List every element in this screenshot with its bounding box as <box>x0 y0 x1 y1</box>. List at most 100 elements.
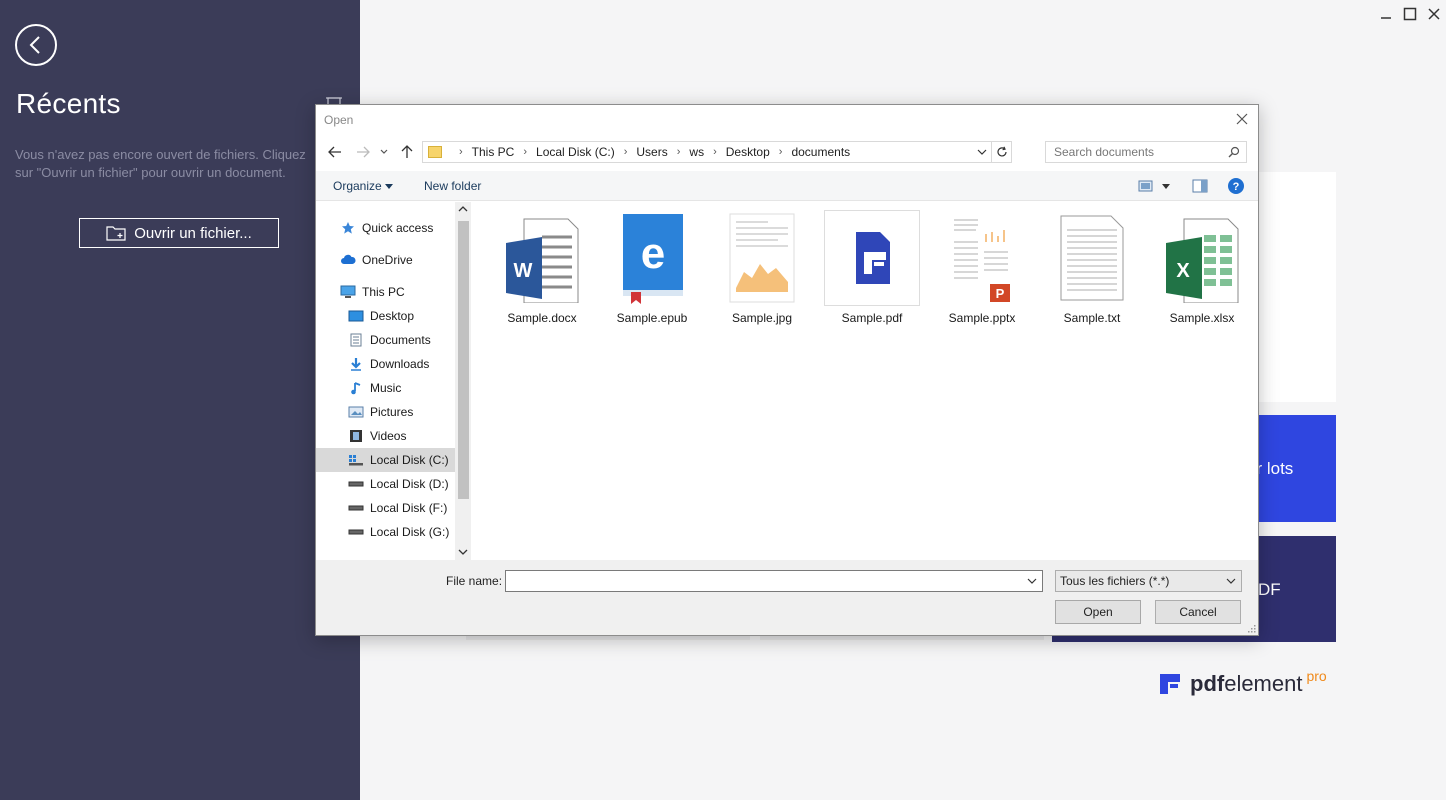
refresh-button[interactable] <box>991 142 1011 162</box>
open-file-dialog: Open › This PC › Local Disk (C:) › Users › w… <box>315 104 1259 636</box>
chevron-down-icon <box>380 149 388 154</box>
file-name: Sample.pdf <box>841 311 903 325</box>
arrow-up-icon <box>401 145 413 158</box>
search-input[interactable]: Search documents <box>1045 141 1247 163</box>
nav-quick-access[interactable]: Quick access <box>340 216 433 240</box>
download-icon <box>348 356 364 372</box>
breadcrumb-ws[interactable]: › ws <box>668 145 704 159</box>
file-item-epub[interactable]: e Sample.epub <box>602 210 702 325</box>
minimize-icon[interactable] <box>1378 6 1394 22</box>
svg-text:?: ? <box>1233 181 1240 193</box>
folder-add-icon <box>106 226 126 241</box>
drive-icon <box>348 476 364 492</box>
file-name: Sample.docx <box>507 311 577 325</box>
file-item-xlsx[interactable]: X Sample.xlsx <box>1152 210 1252 325</box>
close-window-icon[interactable] <box>1426 6 1442 22</box>
star-icon <box>340 220 356 236</box>
pdfelement-logo-icon <box>1160 674 1180 694</box>
sidebar: Récents Vous n'avez pas encore ouvert de… <box>0 0 360 800</box>
nav-local-disk-c[interactable]: Local Disk (C:) <box>316 448 455 472</box>
chevron-down-icon[interactable] <box>1026 575 1038 587</box>
svg-text:P: P <box>996 286 1005 301</box>
dialog-close-icon[interactable] <box>1234 111 1250 127</box>
nav-music[interactable]: Music <box>348 376 401 400</box>
word-document-icon: W <box>494 210 590 306</box>
back-button[interactable] <box>15 24 57 66</box>
picture-icon <box>348 404 364 420</box>
breadcrumb-this-pc[interactable]: › This PC <box>450 145 514 159</box>
scroll-up-icon[interactable] <box>458 205 468 213</box>
breadcrumb-desktop[interactable]: › Desktop <box>704 145 770 159</box>
recent-locations-button[interactable] <box>378 143 390 161</box>
svg-text:W: W <box>514 260 533 282</box>
breadcrumb-users[interactable]: › Users <box>615 145 668 159</box>
brand-logo: pdfelement pro <box>1160 668 1327 698</box>
feature-card-edge <box>760 636 1044 640</box>
file-item-jpg[interactable]: Sample.jpg <box>712 210 812 325</box>
nav-downloads[interactable]: Downloads <box>348 352 429 376</box>
cancel-button[interactable]: Cancel <box>1155 600 1241 624</box>
nav-this-pc[interactable]: This PC <box>340 280 405 304</box>
help-icon[interactable]: ? <box>1228 178 1244 194</box>
film-icon <box>348 428 364 444</box>
nav-pictures[interactable]: Pictures <box>348 400 413 424</box>
music-note-icon <box>348 380 364 396</box>
file-name: Sample.epub <box>616 311 688 325</box>
windows-drive-icon <box>348 452 364 468</box>
empty-recent-message: Vous n'avez pas encore ouvert de fichier… <box>15 147 306 180</box>
new-folder-button[interactable]: New folder <box>424 179 481 193</box>
epub-book-icon: e <box>604 210 700 306</box>
brand-pro: pro <box>1306 668 1327 684</box>
breadcrumb-documents[interactable]: › documents <box>770 145 850 159</box>
drive-icon <box>348 500 364 516</box>
powerpoint-thumbnail-icon: P <box>934 210 1030 306</box>
forward-nav-button[interactable] <box>354 143 372 161</box>
maximize-icon[interactable] <box>1402 6 1418 22</box>
preview-pane-icon[interactable] <box>1192 179 1208 193</box>
computer-icon <box>340 284 356 300</box>
open-file-button[interactable]: Ouvrir un fichier... <box>79 218 279 248</box>
breadcrumb-local-disk-c[interactable]: › Local Disk (C:) <box>514 145 614 159</box>
file-item-txt[interactable]: Sample.txt <box>1042 210 1142 325</box>
brand-name: pdfelement <box>1190 671 1303 696</box>
feature-card-edge <box>466 636 750 640</box>
nav-onedrive[interactable]: OneDrive <box>340 248 413 272</box>
nav-desktop[interactable]: Desktop <box>348 304 414 328</box>
back-nav-button[interactable] <box>326 143 344 161</box>
open-file-label: Ouvrir un fichier... <box>134 224 252 242</box>
file-name: Sample.xlsx <box>1169 311 1235 325</box>
nav-documents[interactable]: Documents <box>348 328 431 352</box>
svg-text:e: e <box>641 229 665 278</box>
address-dropdown-icon[interactable] <box>975 145 989 159</box>
nav-local-disk-d[interactable]: Local Disk (D:) <box>348 472 449 496</box>
navigation-pane[interactable]: Quick access OneDrive This PC Desktop Do… <box>316 202 471 560</box>
chevron-down-icon <box>385 184 394 189</box>
file-list[interactable]: W Sample.docx e Sample.epub Sample.jpg S… <box>472 202 1258 560</box>
back-arrow-icon <box>29 36 40 54</box>
nav-local-disk-f[interactable]: Local Disk (F:) <box>348 496 447 520</box>
file-name-input[interactable] <box>505 570 1043 592</box>
resize-grip-icon[interactable] <box>1248 625 1256 633</box>
open-button[interactable]: Open <box>1055 600 1141 624</box>
up-folder-button[interactable] <box>398 143 416 161</box>
organize-button[interactable]: Organize <box>333 179 394 193</box>
file-item-pptx[interactable]: P Sample.pptx <box>932 210 1032 325</box>
address-bar[interactable]: › This PC › Local Disk (C:) › Users › ws › De… <box>422 141 1012 163</box>
nav-local-disk-g[interactable]: Local Disk (G:) <box>348 520 449 544</box>
file-name-label: File name: <box>446 574 503 588</box>
text-file-icon <box>1044 210 1140 306</box>
view-options-icon[interactable] <box>1138 180 1154 192</box>
nav-videos[interactable]: Videos <box>348 424 406 448</box>
dialog-title: Open <box>324 113 354 127</box>
arrow-right-icon <box>357 146 370 158</box>
file-type-select[interactable]: Tous les fichiers (*.*) <box>1055 570 1242 592</box>
nav-scroll-thumb[interactable] <box>458 221 469 499</box>
refresh-icon <box>996 146 1007 157</box>
scroll-down-icon[interactable] <box>458 548 468 556</box>
file-item-pdf[interactable]: Sample.pdf <box>822 210 922 325</box>
view-dropdown-icon[interactable] <box>1162 184 1170 190</box>
dialog-toolbar: Organize New folder ? <box>316 171 1258 201</box>
file-item-docx[interactable]: W Sample.docx <box>492 210 592 325</box>
document-icon <box>348 332 364 348</box>
folder-icon <box>428 146 442 158</box>
